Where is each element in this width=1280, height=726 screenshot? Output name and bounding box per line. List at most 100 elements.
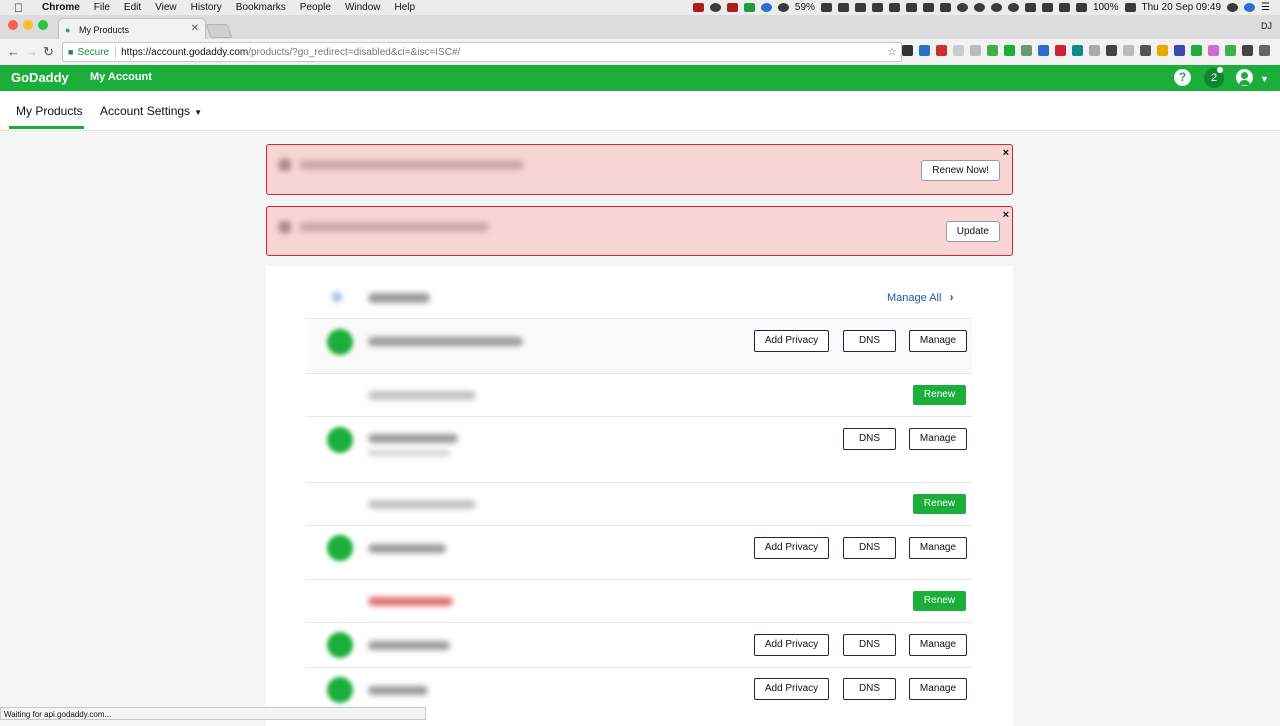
new-tab-button[interactable] [205,24,233,38]
extension-icon[interactable] [1123,45,1134,56]
status-icon[interactable] [837,3,849,12]
extension-icon[interactable] [1055,45,1066,56]
close-icon[interactable]: × [1003,147,1009,159]
dns-button[interactable]: DNS [843,428,896,450]
menu-people[interactable]: People [300,2,331,13]
extension-icon[interactable] [1004,45,1015,56]
bluetooth-icon[interactable] [1041,3,1053,12]
manage-all-link[interactable]: Manage All › [887,290,953,304]
apple-icon[interactable]:  [14,2,28,14]
clock[interactable]: Thu 20 Sep 09:49 [1142,2,1222,13]
cloud-icon[interactable] [973,3,985,12]
bookmark-star-icon[interactable]: ☆ [887,45,897,58]
manage-button[interactable]: Manage [909,634,967,656]
status-icon[interactable] [692,3,704,12]
toggle-icon[interactable] [1024,3,1036,12]
tab-my-products[interactable]: My Products [16,104,83,118]
extension-icon[interactable] [970,45,981,56]
status-icon[interactable] [939,3,951,12]
manage-button[interactable]: Manage [909,330,967,352]
status-icon[interactable] [922,3,934,12]
reload-icon[interactable]: ↻ [43,44,54,60]
status-icon[interactable] [854,3,866,12]
update-button[interactable]: Update [945,221,1000,242]
extension-icon[interactable] [987,45,998,56]
extension-icon[interactable] [1106,45,1117,56]
menu-edit[interactable]: Edit [124,2,141,13]
manage-button[interactable]: Manage [909,537,967,559]
cloud-icon[interactable] [956,3,968,12]
status-icon[interactable] [820,3,832,12]
dns-button[interactable]: DNS [843,678,896,700]
back-arrow-icon[interactable]: ← [7,44,20,59]
renew-button[interactable]: Renew [913,591,966,611]
cloud-icon[interactable] [1007,3,1019,12]
extension-icon[interactable] [1208,45,1219,56]
renew-button[interactable]: Renew [913,494,966,514]
menu-bookmarks[interactable]: Bookmarks [236,2,286,13]
extension-icon[interactable] [953,45,964,56]
profile-button[interactable]: DJ [1261,21,1272,31]
chrome-menu-icon[interactable] [1259,45,1270,56]
extension-icon[interactable] [919,45,930,56]
volume-icon[interactable] [1075,3,1087,12]
siri-icon[interactable] [1244,3,1256,12]
battery-label[interactable]: 100% [1093,2,1119,13]
progress-ring-icon[interactable] [777,3,789,12]
add-privacy-button[interactable]: Add Privacy [754,678,829,700]
close-icon[interactable]: × [1003,209,1009,221]
status-icon[interactable] [905,3,917,12]
notifications-button[interactable]: 2 [1204,67,1224,88]
help-icon[interactable]: ? [1174,69,1191,86]
menu-window[interactable]: Window [345,2,381,13]
extension-icon[interactable] [902,45,913,56]
status-icon[interactable] [743,3,755,12]
dropbox-icon[interactable] [888,3,900,12]
extension-icon[interactable] [1242,45,1253,56]
extension-icon[interactable] [1157,45,1168,56]
extension-icon[interactable] [1174,45,1185,56]
cloud-icon[interactable] [990,3,1002,12]
menu-help[interactable]: Help [395,2,416,13]
extension-icon[interactable] [1072,45,1083,56]
menu-file[interactable]: File [94,2,110,13]
godaddy-logo[interactable]: GoDaddy [11,70,69,85]
status-icon[interactable] [871,3,883,12]
extension-icon[interactable] [936,45,947,56]
window-close-button[interactable] [8,20,18,30]
browser-tab-active[interactable]: ● My Products ✕ [58,18,206,40]
menu-app-chrome[interactable]: Chrome [42,2,80,13]
tab-close-icon[interactable]: ✕ [191,23,199,34]
status-icon[interactable] [709,3,721,12]
dns-button[interactable]: DNS [843,634,896,656]
add-privacy-button[interactable]: Add Privacy [754,634,829,656]
chevron-down-icon[interactable]: ▼ [1260,74,1269,84]
extension-icon[interactable] [1021,45,1032,56]
tab-account-settings[interactable]: Account Settings ▼ [100,104,202,118]
extension-icon[interactable] [1140,45,1151,56]
add-privacy-button[interactable]: Add Privacy [754,537,829,559]
renew-now-button[interactable]: Renew Now! [921,160,1000,181]
status-icon[interactable] [760,3,772,12]
status-icon[interactable] [726,3,738,12]
notification-center-icon[interactable]: ☰ [1261,2,1270,13]
user-avatar-icon[interactable] [1236,69,1253,86]
forward-arrow-icon[interactable]: → [25,44,38,59]
window-minimize-button[interactable] [23,20,33,30]
extension-icon[interactable] [1089,45,1100,56]
my-account-title[interactable]: My Account [90,71,152,83]
menu-view[interactable]: View [155,2,177,13]
manage-button[interactable]: Manage [909,428,967,450]
address-bar[interactable]: ■ Secure https://account.godaddy.com/pro… [62,42,902,62]
manage-button[interactable]: Manage [909,678,967,700]
extension-icon[interactable] [1225,45,1236,56]
menu-history[interactable]: History [191,2,222,13]
search-icon[interactable] [1227,3,1239,12]
battery-icon[interactable] [1124,3,1136,12]
add-privacy-button[interactable]: Add Privacy [754,330,829,352]
extension-icon[interactable] [1191,45,1202,56]
dns-button[interactable]: DNS [843,537,896,559]
wifi-icon[interactable] [1058,3,1070,12]
window-zoom-button[interactable] [38,20,48,30]
renew-button[interactable]: Renew [913,385,966,405]
